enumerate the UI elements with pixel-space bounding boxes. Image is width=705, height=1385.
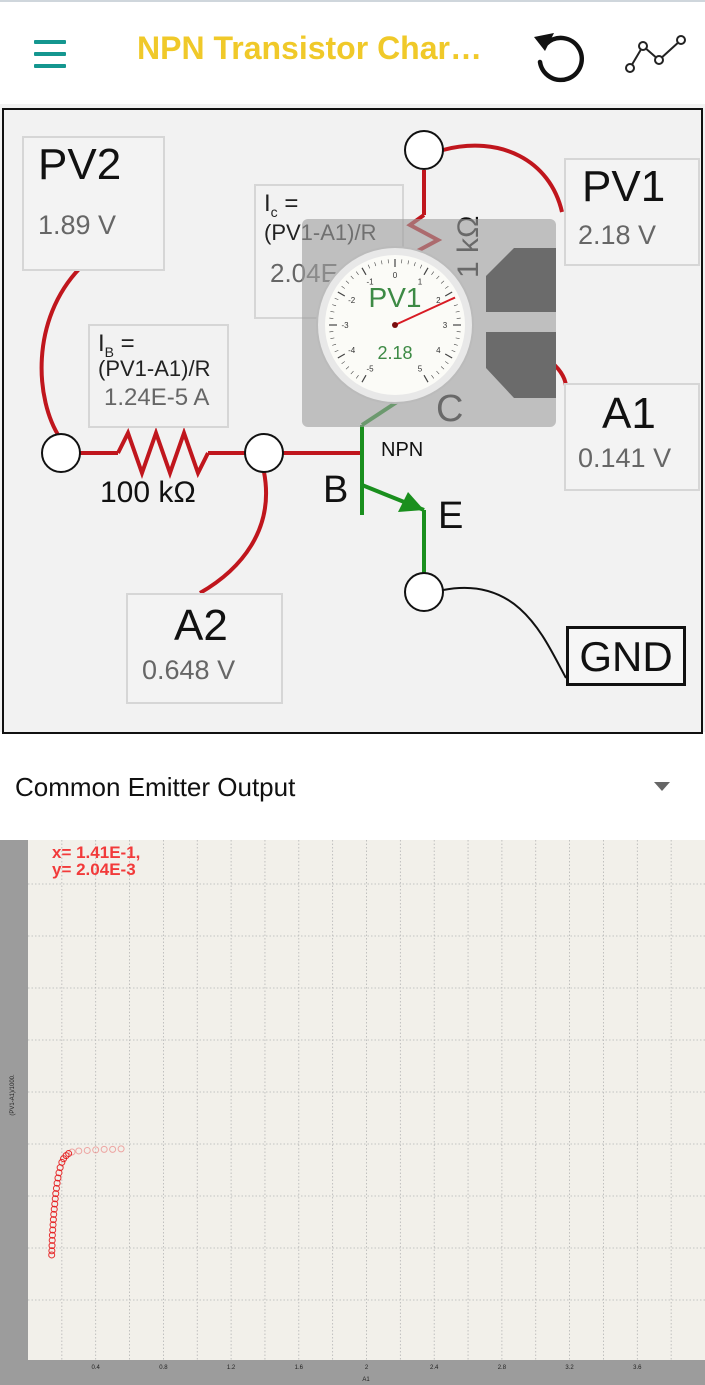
gauge-needle-hub <box>392 322 398 328</box>
line-graph-icon <box>625 35 686 73</box>
chevron-up-icon <box>486 248 556 312</box>
undo-button[interactable] <box>530 26 590 86</box>
gauge-tick-label: 3 <box>443 321 448 330</box>
app-bar: NPN Transistor Char… <box>0 0 705 104</box>
probe-a2-name: A2 <box>174 601 228 650</box>
ic-label-eq: = <box>277 190 299 217</box>
plot-x-tick-label: 1.6 <box>295 1365 304 1371</box>
hamburger-menu-icon-bar <box>34 52 66 56</box>
plot-selector-label: Common Emitter Output <box>15 772 296 802</box>
probe-pv2-value: 1.89 V <box>38 210 117 240</box>
gauge-tick-label: 0 <box>393 271 398 280</box>
plot-readout-y: y= 2.04E-3 <box>52 860 136 879</box>
gauge-tick-label: -5 <box>366 364 374 373</box>
probe-pv1-value: 2.18 V <box>578 220 657 250</box>
plot-chart: 0.4 0.8 1.2 1.6 2 2.4 2.8 3.2 3.6 A1 (PV1-A1)/10… <box>0 840 705 1385</box>
gauge-value: 2.18 <box>377 343 412 363</box>
plot-cursor-readout: x= 1.41E-1, y= 2.04E-3 <box>52 844 140 878</box>
probe-a2-value: 0.648 V <box>142 655 236 685</box>
gauge-down-button[interactable] <box>486 332 556 398</box>
gauge-dial: -5-4-3-2-1012345 PV1 2.18 <box>316 246 474 404</box>
ic-label: Ic = <box>264 190 298 220</box>
gauge-up-button[interactable] <box>486 248 556 312</box>
menu-button[interactable] <box>28 36 72 72</box>
probe-a2[interactable]: A2 0.648 V <box>126 593 283 704</box>
hamburger-menu-icon-bar <box>34 64 66 68</box>
probe-a1[interactable]: A1 0.141 V <box>564 383 700 491</box>
plot-x-tick-label: 3.6 <box>633 1365 642 1371</box>
dropdown-caret-icon <box>654 782 670 791</box>
ib-readout: IB = (PV1-A1)/R 1.24E-5 A <box>88 324 229 428</box>
app-title: NPN Transistor Char… <box>137 30 482 66</box>
plot-area[interactable]: 0.4 0.8 1.2 1.6 2 2.4 2.8 3.2 3.6 A1 (PV1-A1)/10… <box>0 840 705 1385</box>
ground-label: GND <box>566 626 686 686</box>
probe-a1-value: 0.141 V <box>578 443 672 473</box>
gauge-tick-label: -2 <box>348 296 356 305</box>
probe-pv2[interactable]: PV2 1.89 V <box>22 136 165 271</box>
gauge-tick-label: 4 <box>436 346 441 355</box>
ib-value: 1.24E-5 A <box>104 384 210 411</box>
gauge-tick-label: -3 <box>341 321 349 330</box>
plot-bottom-strip <box>0 1360 705 1385</box>
plot-x-tick-label: 0.4 <box>92 1365 101 1371</box>
probe-pv1[interactable]: PV1 2.18 V <box>564 158 700 266</box>
plot-x-tick-label: 2.4 <box>430 1365 439 1371</box>
plot-x-tick-label: 2.8 <box>498 1365 507 1371</box>
ic-label-i: I <box>264 190 271 217</box>
ib-label-eq: = <box>114 330 135 357</box>
plot-x-axis-label: A1 <box>362 1377 370 1383</box>
plot-grid <box>28 840 705 1360</box>
plot-x-tick-label: 3.2 <box>565 1365 574 1371</box>
ic-label-sub: c <box>270 203 278 220</box>
ib-formula: (PV1-A1)/R <box>98 356 211 381</box>
plot-x-tick-label: 1.2 <box>227 1365 236 1371</box>
gauge-title: PV1 <box>369 282 422 313</box>
plot-x-tick-label: 0.8 <box>159 1365 168 1371</box>
plot-selector-dropdown[interactable]: Common Emitter Output <box>0 758 705 820</box>
undo-icon <box>534 33 585 83</box>
ib-label-i: I <box>98 330 105 357</box>
plot-readout-x: x= 1.41E-1, <box>52 843 141 862</box>
gauge-tick-label: -4 <box>348 346 356 355</box>
graph-button[interactable] <box>623 30 689 78</box>
probe-pv1-name: PV1 <box>582 162 666 211</box>
hamburger-menu-icon <box>34 40 66 44</box>
plot-y-axis-label: (PV1-A1)/1000. <box>10 1074 16 1116</box>
chevron-down-icon <box>486 332 556 398</box>
probe-a1-name: A1 <box>602 389 656 438</box>
probe-pv2-name: PV2 <box>38 140 122 189</box>
gauge-tick-label: 5 <box>418 364 423 373</box>
